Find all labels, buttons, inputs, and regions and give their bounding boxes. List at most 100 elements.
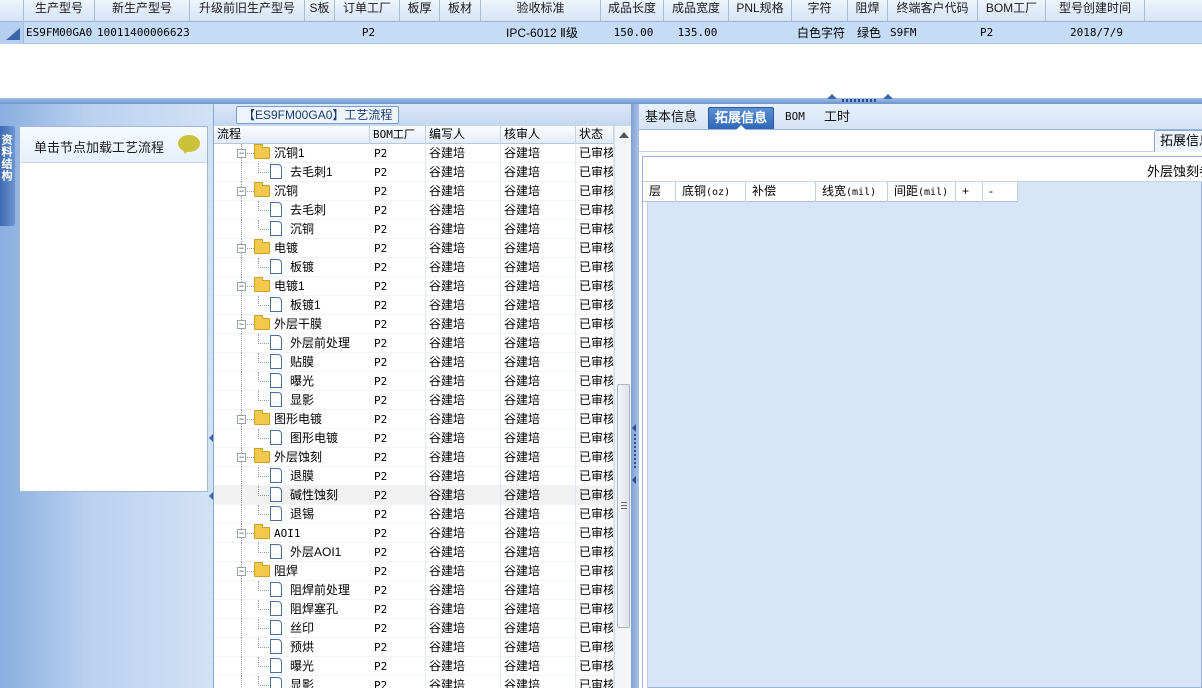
folder-icon [254,315,270,330]
column-header-thickness[interactable]: 板厚 [400,0,440,22]
process-tree-row[interactable]: 丝印 P2 谷建培 谷建培 已审核 [214,619,614,638]
process-tree-row[interactable]: − AOI1 P2 谷建培 谷建培 已审核 [214,524,614,543]
process-tree-row[interactable]: − 沉铜1 P2 谷建培 谷建培 已审核 [214,144,614,163]
expander-collapse-icon[interactable]: − [237,567,246,576]
column-header-new-production-model[interactable]: 新生产型号 [95,0,190,22]
cell-bom-factory: P2 [370,144,426,163]
column-header-remove[interactable]: - [983,182,1018,202]
process-tree-row[interactable]: − 图形电镀 P2 谷建培 谷建培 已审核 [214,410,614,429]
expander-collapse-icon[interactable]: − [237,282,246,291]
process-tree-row[interactable]: 预烘 P2 谷建培 谷建培 已审核 [214,638,614,657]
process-tree-row[interactable]: 板镀 P2 谷建培 谷建培 已审核 [214,258,614,277]
scroll-up-arrow-icon[interactable] [619,132,629,138]
inner-tab-extended-info[interactable]: 拓展信息 [1154,130,1202,152]
tab-bom[interactable]: BOM [779,107,811,129]
expander-collapse-icon[interactable]: − [237,320,246,329]
expander-collapse-icon[interactable]: − [237,149,246,158]
column-header-customer-code[interactable]: 终端客户代码 [888,0,978,22]
column-header-bom-factory[interactable]: BOM工厂 [370,126,426,144]
column-header-production-model[interactable]: 生产型号 [24,0,95,22]
tab-work-hours[interactable]: 工时 [818,107,856,129]
process-tree-row[interactable]: 退膜 P2 谷建培 谷建培 已审核 [214,467,614,486]
cell-order-factory: P2 [361,26,376,39]
process-tree-row[interactable]: 退锡 P2 谷建培 谷建培 已审核 [214,505,614,524]
process-tree-row[interactable]: 曝光 P2 谷建培 谷建培 已审核 [214,657,614,676]
process-tree-row[interactable]: − 沉铜 P2 谷建培 谷建培 已审核 [214,182,614,201]
expander-collapse-icon[interactable]: − [237,244,246,253]
scrollbar-thumb[interactable] [617,384,630,628]
column-header-old-production-model[interactable]: 升级前旧生产型号 [190,0,305,22]
cell-status: 已审核 [576,182,614,201]
column-header-order-factory[interactable]: 订单工厂 [335,0,400,22]
process-tree-scrollbar[interactable] [614,126,632,688]
tab-basic-info[interactable]: 基本信息 [639,107,703,129]
process-tree-row[interactable]: 去毛刺 P2 谷建培 谷建培 已审核 [214,201,614,220]
column-header-solder-mask[interactable]: 阻焊 [848,0,888,22]
column-header-pnl-spec[interactable]: PNL规格 [729,0,792,22]
column-header-width[interactable]: 成品宽度 [664,0,729,22]
process-tree-row[interactable]: 显影 P2 谷建培 谷建培 已审核 [214,391,614,410]
column-header-material[interactable]: 板材 [440,0,481,22]
column-header-add[interactable]: + [956,182,983,202]
expander-collapse-icon[interactable]: − [237,187,246,196]
column-header-created[interactable]: 型号创建时间 [1046,0,1145,22]
process-tree-row[interactable]: 板镀1 P2 谷建培 谷建培 已审核 [214,296,614,315]
process-tree-row[interactable]: 贴膜 P2 谷建培 谷建培 已审核 [214,353,614,372]
process-tree-row[interactable]: 碱性蚀刻 P2 谷建培 谷建培 已审核 [214,486,614,505]
tree-cell: 沉铜 [214,220,370,239]
column-header-author[interactable]: 编写人 [426,126,501,144]
column-header-status[interactable]: 状态 [576,126,614,144]
detail-caption-bar: 外层蚀刻参 [643,157,1202,182]
process-tree-row[interactable]: − 阻焊 P2 谷建培 谷建培 已审核 [214,562,614,581]
cell-material [440,22,481,44]
tree-node-label: 丝印 [290,621,315,635]
grid-row-selected[interactable]: ES9FM00GA0 10011400006623 P2 IPC-6012 Ⅱ级 150… [0,22,1202,44]
expander-collapse-icon[interactable]: − [237,415,246,424]
column-header-reviewer[interactable]: 核审人 [501,126,576,144]
process-tree-row[interactable]: 阻焊前处理 P2 谷建培 谷建培 已审核 [214,581,614,600]
splitter-up-arrow-icon[interactable] [883,94,893,99]
column-header-character[interactable]: 字符 [792,0,848,22]
column-header-acceptance-standard[interactable]: 验收标准 [481,0,601,22]
cell-bom-factory: P2 [370,277,426,296]
column-header-label: 间距 [894,184,919,198]
cell-author: 谷建培 [426,315,501,334]
splitter-up-arrow-icon[interactable] [827,94,837,99]
process-tree-row[interactable]: − 外层干膜 P2 谷建培 谷建培 已审核 [214,315,614,334]
column-header-length[interactable]: 成品长度 [601,0,664,22]
process-tree-row[interactable]: − 电镀1 P2 谷建培 谷建培 已审核 [214,277,614,296]
process-tree-row[interactable]: 阻焊塞孔 P2 谷建培 谷建培 已审核 [214,600,614,619]
speech-bubble-icon[interactable] [178,135,200,154]
process-tree-row[interactable]: 曝光 P2 谷建培 谷建培 已审核 [214,372,614,391]
vertical-splitter[interactable] [631,104,639,688]
cell-bom-factory: P2 [370,163,426,182]
inner-tab-strip: 拓展信息 [639,130,1202,152]
process-tree-row[interactable]: 图形电镀 P2 谷建培 谷建培 已审核 [214,429,614,448]
tree-guide-line [241,353,242,372]
cell-reviewer: 谷建培 [501,581,576,600]
grid-header: 生产型号 新生产型号 升级前旧生产型号 S板 订单工厂 板厚 板材 验收标准 成品长度 成品宽度 P… [0,0,1202,22]
data-structure-tab[interactable]: 资料结构 [0,126,15,226]
tab-extended-info[interactable]: 拓展信息 [708,107,775,130]
tree-node-label: 阻焊 [274,564,299,578]
collapse-left-arrow-icon[interactable] [632,476,636,484]
cell-author: 谷建培 [426,448,501,467]
process-tree-row[interactable]: − 外层蚀刻 P2 谷建培 谷建培 已审核 [214,448,614,467]
expander-collapse-icon[interactable]: − [237,529,246,538]
tree-cell: 退膜 [214,467,370,486]
process-tree-row[interactable]: 外层AOI1 P2 谷建培 谷建培 已审核 [214,543,614,562]
process-tree-row[interactable]: 去毛刺1 P2 谷建培 谷建培 已审核 [214,163,614,182]
tree-cell: 贴膜 [214,353,370,372]
process-tree-row[interactable]: 沉铜 P2 谷建培 谷建培 已审核 [214,220,614,239]
cell-reviewer: 谷建培 [501,334,576,353]
process-tree-row[interactable]: 显影 P2 谷建培 谷建培 已审核 [214,676,614,688]
column-header-bom-factory[interactable]: BOM工厂 [978,0,1046,22]
column-header-flow[interactable]: 流程 [214,126,370,144]
cell-bom-factory: P2 [370,638,426,657]
expander-collapse-icon[interactable]: − [237,453,246,462]
collapse-left-arrow-icon[interactable] [632,424,636,432]
process-tree-row[interactable]: 外层前处理 P2 谷建培 谷建培 已审核 [214,334,614,353]
column-header-s-board[interactable]: S板 [305,0,335,22]
process-tree-row[interactable]: − 电镀 P2 谷建培 谷建培 已审核 [214,239,614,258]
cell-author: 谷建培 [426,429,501,448]
